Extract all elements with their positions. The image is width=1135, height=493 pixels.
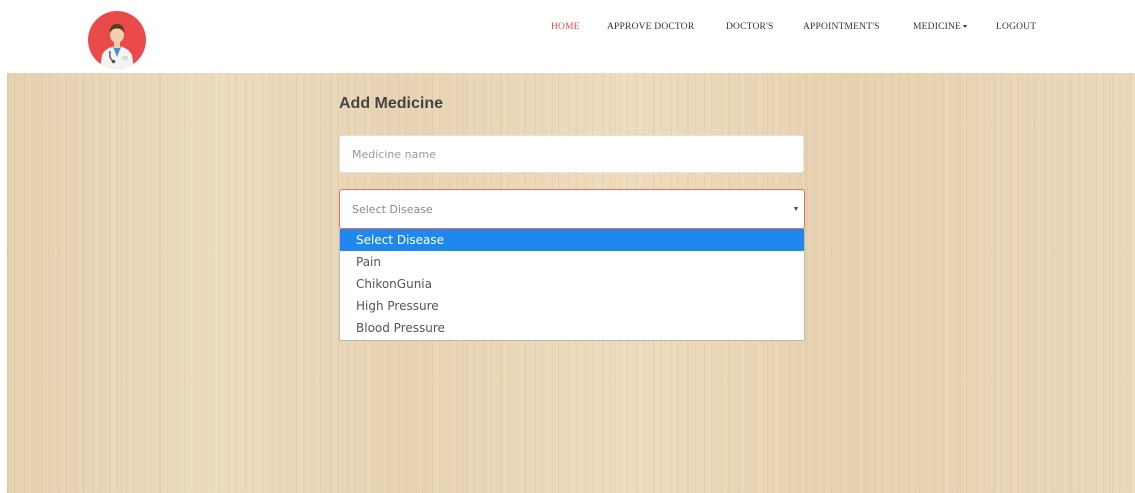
disease-select[interactable]: Select Disease [339, 189, 805, 229]
disease-options-list: Select Disease Pain ChikonGunia High Pre… [339, 229, 805, 341]
disease-option-high-pressure[interactable]: High Pressure [340, 295, 804, 317]
nav-doctors[interactable]: DOCTOR'S [726, 22, 773, 32]
disease-option-pain[interactable]: Pain [340, 251, 804, 273]
nav-medicine-dropdown[interactable]: MEDICINE [913, 22, 968, 32]
nav-appointments[interactable]: APPOINTMENT'S [803, 22, 880, 32]
disease-select-value: Select Disease [352, 203, 433, 216]
left-margin [0, 73, 7, 493]
disease-option-chikongunia[interactable]: ChikonGunia [340, 273, 804, 295]
main-nav: HOME APPROVE DOCTOR DOCTOR'S APPOINTMENT… [0, 0, 1135, 56]
chevron-down-icon [794, 207, 798, 211]
nav-medicine-label: MEDICINE [913, 22, 962, 32]
chevron-down-icon [963, 25, 968, 29]
nav-approve-doctor[interactable]: APPROVE DOCTOR [607, 22, 694, 32]
page-title: Add Medicine [339, 95, 444, 112]
disease-option-blood-pressure[interactable]: Blood Pressure [340, 317, 804, 339]
nav-logout[interactable]: LOGOUT [996, 22, 1036, 32]
disease-option-select-disease[interactable]: Select Disease [340, 229, 804, 251]
medicine-name-input[interactable] [339, 135, 804, 173]
top-navbar: HOME APPROVE DOCTOR DOCTOR'S APPOINTMENT… [0, 0, 1135, 73]
nav-home[interactable]: HOME [551, 22, 580, 32]
